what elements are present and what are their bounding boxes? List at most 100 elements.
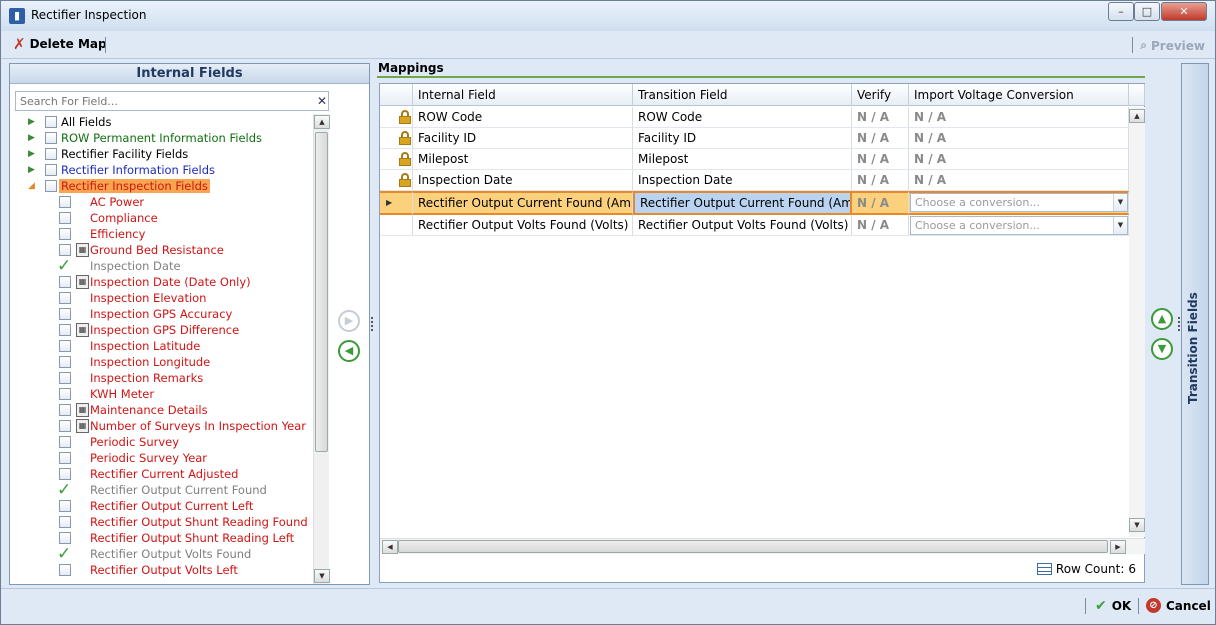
dropdown-arrow-icon[interactable]: ▼ (1113, 194, 1127, 211)
scroll-thumb[interactable] (315, 132, 328, 452)
dropdown-arrow-icon[interactable]: ▼ (1113, 217, 1127, 234)
item-checkbox[interactable] (59, 436, 71, 448)
cancel-button[interactable]: ⊘ Cancel (1146, 598, 1211, 613)
grid-scroll-down-icon[interactable]: ▼ (1129, 518, 1145, 532)
tree-item[interactable]: AC Power (10, 194, 312, 210)
scroll-down-icon[interactable]: ▼ (314, 569, 330, 583)
ok-button[interactable]: ✔ OK (1095, 598, 1131, 614)
grid-scroll-up-icon[interactable]: ▲ (1129, 109, 1145, 123)
grid-horizontal-scrollbar[interactable]: ◀ ▶ (380, 538, 1145, 554)
expand-arrow-icon[interactable]: ▶ (28, 162, 36, 178)
tree-group[interactable]: ◢ Rectifier Inspection Fields (10, 178, 312, 194)
tree-item[interactable]: Efficiency (10, 226, 312, 242)
tree-group[interactable]: ▶ Rectifier Facility Fields (10, 146, 312, 162)
group-checkbox[interactable] (45, 132, 57, 144)
tree-item[interactable]: ▦ Maintenance Details (10, 402, 312, 418)
tree-item[interactable]: Inspection GPS Accuracy (10, 306, 312, 322)
move-up-icon[interactable]: ▲ (1151, 308, 1173, 330)
cell-internal-field[interactable]: Facility ID (413, 128, 633, 149)
tree-item[interactable]: Rectifier Output Volts Left (10, 562, 312, 578)
grid-vertical-scrollbar[interactable]: ▲ ▼ (1129, 107, 1145, 537)
mapping-row[interactable]: Rectifier Output Volts Found (Volts) Rect… (380, 215, 1130, 236)
item-checkbox[interactable] (59, 500, 71, 512)
column-header-internal-field[interactable]: Internal Field (413, 84, 633, 106)
tree-group[interactable]: ▶ All Fields (10, 114, 312, 130)
group-checkbox[interactable] (45, 164, 57, 176)
conversion-select[interactable]: Choose a conversion... ▼ (910, 216, 1128, 235)
item-checkbox[interactable] (59, 308, 71, 320)
maximize-button[interactable]: □ (1134, 2, 1160, 21)
item-checkbox[interactable] (59, 564, 71, 576)
cell-verify[interactable]: N / A (852, 191, 909, 215)
grid-scroll-right-icon[interactable]: ▶ (1110, 540, 1126, 554)
cell-internal-field[interactable]: Milepost (413, 149, 633, 170)
tree-scrollbar[interactable]: ▲ ▼ (313, 114, 330, 584)
add-mapping-icon[interactable]: ▶ (338, 310, 360, 332)
collapse-arrow-icon[interactable]: ◢ (28, 178, 36, 194)
tree-item[interactable]: ▦ Ground Bed Resistance (10, 242, 312, 258)
item-checkbox[interactable] (59, 388, 71, 400)
tree-item[interactable]: Inspection Remarks (10, 370, 312, 386)
tree-item[interactable]: Rectifier Output Shunt Reading Found (10, 514, 312, 530)
tree-item[interactable]: Rectifier Current Adjusted (10, 466, 312, 482)
minimize-button[interactable]: – (1108, 2, 1134, 21)
search-input[interactable] (15, 91, 329, 111)
cell-conversion[interactable]: Choose a conversion... ▼ (909, 215, 1129, 236)
splitter-grip-left[interactable] (371, 317, 374, 331)
expand-arrow-icon[interactable]: ▶ (28, 146, 36, 162)
mapping-row[interactable]: ROW Code ROW Code N / AN / A (380, 107, 1130, 128)
cell-verify[interactable]: N / A (852, 215, 909, 236)
expand-arrow-icon[interactable]: ▶ (28, 130, 36, 146)
cell-conversion[interactable]: N / A (909, 170, 1129, 191)
cell-transition-field[interactable]: ROW Code (633, 107, 852, 128)
tree-item[interactable]: ▦ Inspection Date (Date Only) (10, 274, 312, 290)
grid-hscroll-thumb[interactable] (398, 540, 1108, 553)
cell-verify[interactable]: N / A (852, 170, 909, 191)
tree-item[interactable]: Compliance (10, 210, 312, 226)
mapping-row[interactable]: Milepost Milepost N / AN / A (380, 149, 1130, 170)
cell-transition-field[interactable]: Milepost (633, 149, 852, 170)
tree-item[interactable]: Inspection Longitude (10, 354, 312, 370)
scroll-up-icon[interactable]: ▲ (314, 115, 330, 129)
clear-search-icon[interactable]: ✕ (314, 91, 330, 111)
tree-item[interactable]: ✓ Rectifier Output Current Found (10, 480, 312, 500)
item-checkbox[interactable] (59, 532, 71, 544)
column-header-verify[interactable]: Verify (852, 84, 909, 106)
item-checkbox[interactable] (59, 404, 71, 416)
grid-scroll-left-icon[interactable]: ◀ (382, 540, 398, 554)
remove-mapping-icon[interactable]: ◀ (338, 340, 360, 362)
cell-conversion[interactable]: N / A (909, 149, 1129, 170)
item-checkbox[interactable] (59, 340, 71, 352)
cell-verify[interactable]: N / A (852, 128, 909, 149)
tree-item[interactable]: Rectifier Output Shunt Reading Left (10, 530, 312, 546)
cell-conversion[interactable]: Choose a conversion... ▼ (909, 191, 1129, 215)
mapping-row[interactable]: ▶ Rectifier Output Current Found (Amps) Re… (380, 191, 1130, 215)
tree-item[interactable]: ✓ Rectifier Output Volts Found (10, 544, 312, 564)
item-checkbox[interactable] (59, 356, 71, 368)
item-checkbox[interactable] (59, 468, 71, 480)
mapping-row[interactable]: Facility ID Facility ID N / AN / A (380, 128, 1130, 149)
tree-item[interactable]: Inspection Elevation (10, 290, 312, 306)
tree-item[interactable]: Periodic Survey (10, 434, 312, 450)
tree-item[interactable]: KWH Meter (10, 386, 312, 402)
item-checkbox[interactable] (59, 324, 71, 336)
tree-item[interactable]: ▦ Number of Surveys In Inspection Year (10, 418, 312, 434)
close-button[interactable]: ✕ (1161, 2, 1207, 21)
item-checkbox[interactable] (59, 276, 71, 288)
cell-transition-field[interactable]: Inspection Date (633, 170, 852, 191)
item-checkbox[interactable] (59, 212, 71, 224)
item-checkbox[interactable] (59, 452, 71, 464)
expand-arrow-icon[interactable]: ▶ (28, 114, 36, 130)
item-checkbox[interactable] (59, 292, 71, 304)
cell-internal-field[interactable]: ROW Code (413, 107, 633, 128)
cell-internal-field[interactable]: Inspection Date (413, 170, 633, 191)
item-checkbox[interactable] (59, 516, 71, 528)
column-header-import-voltage-conversion[interactable]: Import Voltage Conversion (909, 84, 1129, 106)
cell-transition-field[interactable]: Rectifier Output Volts Found (Volts) (633, 215, 852, 236)
group-checkbox[interactable] (45, 148, 57, 160)
cell-internal-field[interactable]: Rectifier Output Current Found (Amps) (413, 191, 633, 215)
cell-transition-field[interactable]: Facility ID (633, 128, 852, 149)
tree-item[interactable]: Rectifier Output Current Left (10, 498, 312, 514)
column-header-transition-field[interactable]: Transition Field (633, 84, 852, 106)
delete-map-button[interactable]: ✗ Delete Map (13, 37, 107, 52)
